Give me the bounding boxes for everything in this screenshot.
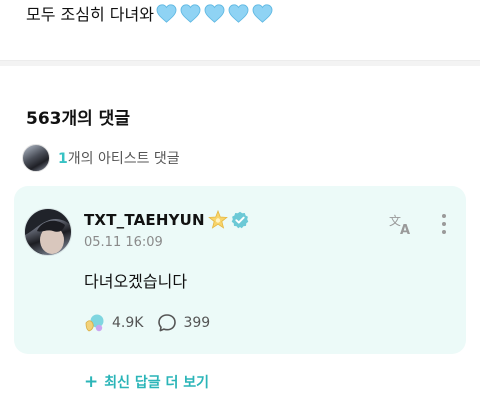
comment-count-heading: 563개의 댓글 xyxy=(26,109,130,129)
post-caption: 모두 조심히 다녀와 xyxy=(26,0,273,26)
reply-bubble-icon xyxy=(158,314,177,332)
reply-stat[interactable]: 399 xyxy=(157,313,210,333)
comment-date: 05.11 16:09 xyxy=(84,235,163,250)
like-stat[interactable]: 4.9K xyxy=(84,313,143,333)
heart-icon xyxy=(228,3,249,23)
author-name-row: TXT_TAEHYUN xyxy=(84,210,249,230)
star-badge-icon xyxy=(207,210,228,229)
artist-comments-filter[interactable]: 1개의 아티스트 댓글 xyxy=(22,144,180,172)
like-count: 4.9K xyxy=(112,315,144,331)
comment-text: 다녀오겠습니다 xyxy=(84,272,188,291)
verified-check-icon xyxy=(231,211,249,229)
comment-stats: 4.9K 399 xyxy=(84,312,224,334)
more-dot xyxy=(442,214,446,218)
post-text: 모두 조심히 다녀와 xyxy=(26,5,154,24)
artist-comment-card: TXT_TAEHYUN 05.11 16:09 다녀오겠습니다 文 A 4.9K xyxy=(14,186,466,354)
heart-icon xyxy=(204,3,225,23)
artist-comment-text: 개의 아티스트 댓글 xyxy=(67,151,180,167)
more-replies-button[interactable]: + 최신 답글 더 보기 xyxy=(84,372,209,392)
more-dot xyxy=(442,230,446,234)
more-replies-label: 최신 답글 더 보기 xyxy=(104,375,210,391)
heart-icon xyxy=(180,3,201,23)
section-divider xyxy=(0,60,480,66)
more-dot xyxy=(442,222,446,226)
plus-icon: + xyxy=(84,371,99,392)
more-vert-icon[interactable] xyxy=(436,212,452,236)
svg-text:A: A xyxy=(400,223,410,236)
translate-icon[interactable]: 文 A xyxy=(388,212,414,236)
avatar-photo xyxy=(25,209,71,255)
artist-comment-count: 1 xyxy=(58,151,68,167)
artist-avatar xyxy=(22,144,50,172)
artist-comments-label: 1개의 아티스트 댓글 xyxy=(58,148,180,168)
author-avatar[interactable] xyxy=(24,208,72,256)
heart-icon xyxy=(156,3,177,23)
heart-emoji-group xyxy=(156,3,273,23)
heart-icon xyxy=(252,3,273,23)
author-name[interactable]: TXT_TAEHYUN xyxy=(84,211,205,229)
reply-count: 399 xyxy=(183,315,211,331)
like-reaction-icon xyxy=(85,314,104,332)
